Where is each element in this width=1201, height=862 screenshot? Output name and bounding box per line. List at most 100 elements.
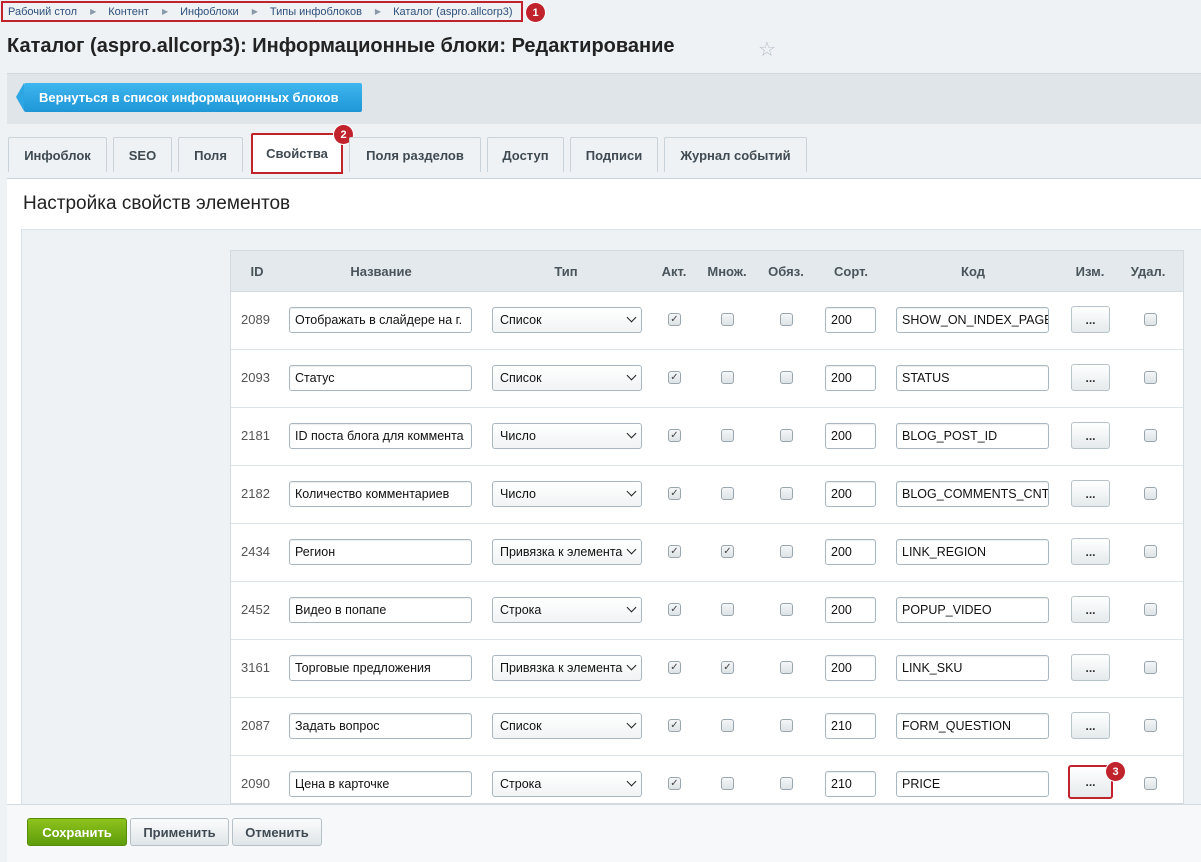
sort-input[interactable]: 200 bbox=[825, 481, 876, 507]
edit-property-button[interactable]: ... bbox=[1071, 364, 1110, 391]
breadcrumb-item-content[interactable]: Контент bbox=[108, 6, 149, 18]
sort-input[interactable]: 210 bbox=[825, 771, 876, 797]
property-name-input[interactable]: Задать вопрос bbox=[289, 713, 472, 739]
property-type-select[interactable]: Список bbox=[492, 713, 642, 739]
active-checkbox[interactable]: ✓ bbox=[668, 313, 681, 326]
tab-access[interactable]: Доступ bbox=[487, 137, 564, 172]
edit-property-button[interactable]: ... bbox=[1071, 596, 1110, 623]
required-checkbox[interactable] bbox=[780, 429, 793, 442]
delete-checkbox[interactable] bbox=[1144, 719, 1157, 732]
edit-property-button[interactable]: ... bbox=[1071, 654, 1110, 681]
property-name-input[interactable]: Торговые предложения bbox=[289, 655, 472, 681]
required-checkbox[interactable] bbox=[780, 487, 793, 500]
edit-property-button[interactable]: ... bbox=[1071, 712, 1110, 739]
required-checkbox[interactable] bbox=[780, 661, 793, 674]
property-type-select[interactable]: Строка bbox=[492, 597, 642, 623]
tab-iblock[interactable]: Инфоблок bbox=[8, 137, 107, 172]
multiple-checkbox[interactable] bbox=[721, 429, 734, 442]
property-name-input[interactable]: Цена в карточке bbox=[289, 771, 472, 797]
property-name-input[interactable]: Статус bbox=[289, 365, 472, 391]
multiple-checkbox[interactable] bbox=[721, 777, 734, 790]
property-name-input[interactable]: Регион bbox=[289, 539, 472, 565]
property-name-input[interactable]: Отображать в слайдере на г. bbox=[289, 307, 472, 333]
multiple-checkbox[interactable] bbox=[721, 487, 734, 500]
save-button[interactable]: Сохранить bbox=[27, 818, 127, 846]
breadcrumb-item-iblocks[interactable]: Инфоблоки bbox=[180, 6, 239, 18]
back-to-list-button[interactable]: Вернуться в список информационных блоков bbox=[16, 83, 362, 112]
property-type-select[interactable]: Список bbox=[492, 307, 642, 333]
active-checkbox[interactable]: ✓ bbox=[668, 371, 681, 384]
delete-checkbox[interactable] bbox=[1144, 777, 1157, 790]
property-type-select[interactable]: Строка bbox=[492, 771, 642, 797]
property-type-select[interactable]: Привязка к элемента bbox=[492, 655, 642, 681]
sort-input[interactable]: 200 bbox=[825, 597, 876, 623]
tab-seo[interactable]: SEO bbox=[113, 137, 172, 172]
delete-checkbox[interactable] bbox=[1144, 313, 1157, 326]
property-type-select[interactable]: Привязка к элемента bbox=[492, 539, 642, 565]
code-input[interactable]: PRICE bbox=[896, 771, 1049, 797]
tab-section-fields[interactable]: Поля разделов bbox=[349, 137, 481, 172]
row-divider bbox=[231, 755, 1183, 756]
delete-checkbox[interactable] bbox=[1144, 545, 1157, 558]
tab-captions[interactable]: Подписи bbox=[570, 137, 658, 172]
edit-property-button[interactable]: ... bbox=[1071, 538, 1110, 565]
multiple-checkbox[interactable] bbox=[721, 719, 734, 732]
required-checkbox[interactable] bbox=[780, 603, 793, 616]
breadcrumb-item-catalog[interactable]: Каталог (aspro.allcorp3) bbox=[393, 6, 512, 18]
edit-property-button[interactable]: ... bbox=[1071, 306, 1110, 333]
property-type-select[interactable]: Список bbox=[492, 365, 642, 391]
code-input[interactable]: LINK_SKU bbox=[896, 655, 1049, 681]
active-checkbox[interactable]: ✓ bbox=[668, 719, 681, 732]
cancel-button[interactable]: Отменить bbox=[232, 818, 322, 846]
breadcrumb-item-desktop[interactable]: Рабочий стол bbox=[8, 6, 77, 18]
required-checkbox[interactable] bbox=[780, 719, 793, 732]
sort-input[interactable]: 200 bbox=[825, 365, 876, 391]
sort-input[interactable]: 200 bbox=[825, 307, 876, 333]
code-input[interactable]: LINK_REGION bbox=[896, 539, 1049, 565]
active-checkbox[interactable]: ✓ bbox=[668, 545, 681, 558]
required-checkbox[interactable] bbox=[780, 371, 793, 384]
sort-input[interactable]: 210 bbox=[825, 713, 876, 739]
delete-checkbox[interactable] bbox=[1144, 429, 1157, 442]
delete-checkbox[interactable] bbox=[1144, 487, 1157, 500]
breadcrumb-item-iblock-types[interactable]: Типы инфоблоков bbox=[270, 6, 362, 18]
sort-input[interactable]: 200 bbox=[825, 655, 876, 681]
delete-checkbox[interactable] bbox=[1144, 371, 1157, 384]
active-checkbox[interactable]: ✓ bbox=[668, 661, 681, 674]
required-checkbox[interactable] bbox=[780, 777, 793, 790]
tab-properties[interactable]: Свойства bbox=[251, 133, 343, 174]
delete-checkbox[interactable] bbox=[1144, 661, 1157, 674]
property-name-input[interactable]: Видео в попапе bbox=[289, 597, 472, 623]
sort-input[interactable]: 200 bbox=[825, 539, 876, 565]
code-input[interactable]: FORM_QUESTION bbox=[896, 713, 1049, 739]
multiple-checkbox[interactable]: ✓ bbox=[721, 545, 734, 558]
sort-input[interactable]: 200 bbox=[825, 423, 876, 449]
multiple-checkbox[interactable] bbox=[721, 313, 734, 326]
code-input[interactable]: BLOG_POST_ID bbox=[896, 423, 1049, 449]
multiple-checkbox[interactable] bbox=[721, 371, 734, 384]
code-input[interactable]: POPUP_VIDEO bbox=[896, 597, 1049, 623]
apply-button[interactable]: Применить bbox=[130, 818, 229, 846]
tab-event-log[interactable]: Журнал событий bbox=[664, 137, 807, 172]
property-type-select[interactable]: Число bbox=[492, 423, 642, 449]
active-checkbox[interactable]: ✓ bbox=[668, 487, 681, 500]
code-input[interactable]: STATUS bbox=[896, 365, 1049, 391]
property-id: 2087 bbox=[241, 718, 270, 733]
edit-property-button[interactable]: ... bbox=[1071, 480, 1110, 507]
property-name-input[interactable]: ID поста блога для коммента bbox=[289, 423, 472, 449]
active-checkbox[interactable]: ✓ bbox=[668, 429, 681, 442]
property-type-select[interactable]: Число bbox=[492, 481, 642, 507]
star-icon[interactable]: ☆ bbox=[758, 37, 776, 62]
delete-checkbox[interactable] bbox=[1144, 603, 1157, 616]
active-checkbox[interactable]: ✓ bbox=[668, 603, 681, 616]
multiple-checkbox[interactable] bbox=[721, 603, 734, 616]
edit-property-button[interactable]: ... bbox=[1071, 422, 1110, 449]
code-input[interactable]: BLOG_COMMENTS_CNT bbox=[896, 481, 1049, 507]
required-checkbox[interactable] bbox=[780, 313, 793, 326]
code-input[interactable]: SHOW_ON_INDEX_PAGE bbox=[896, 307, 1049, 333]
active-checkbox[interactable]: ✓ bbox=[668, 777, 681, 790]
tab-fields[interactable]: Поля bbox=[178, 137, 243, 172]
property-name-input[interactable]: Количество комментариев bbox=[289, 481, 472, 507]
multiple-checkbox[interactable]: ✓ bbox=[721, 661, 734, 674]
required-checkbox[interactable] bbox=[780, 545, 793, 558]
